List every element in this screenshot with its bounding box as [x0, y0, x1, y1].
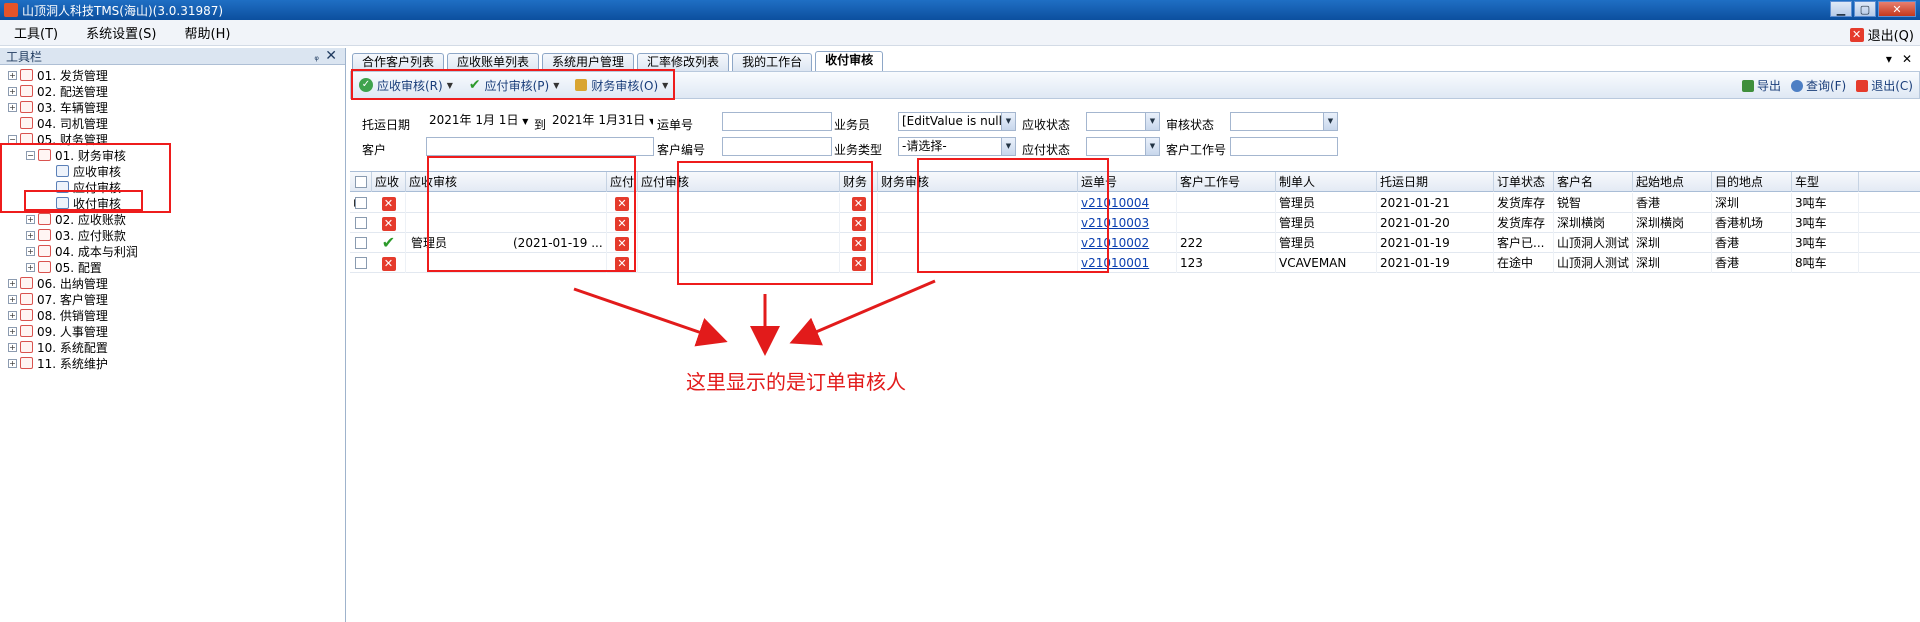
arrow-left: [573, 287, 728, 347]
annotation-text: 这里显示的是订单审核人: [686, 370, 906, 394]
annotation-arrows: [573, 279, 936, 356]
arrow-right: [789, 279, 936, 346]
